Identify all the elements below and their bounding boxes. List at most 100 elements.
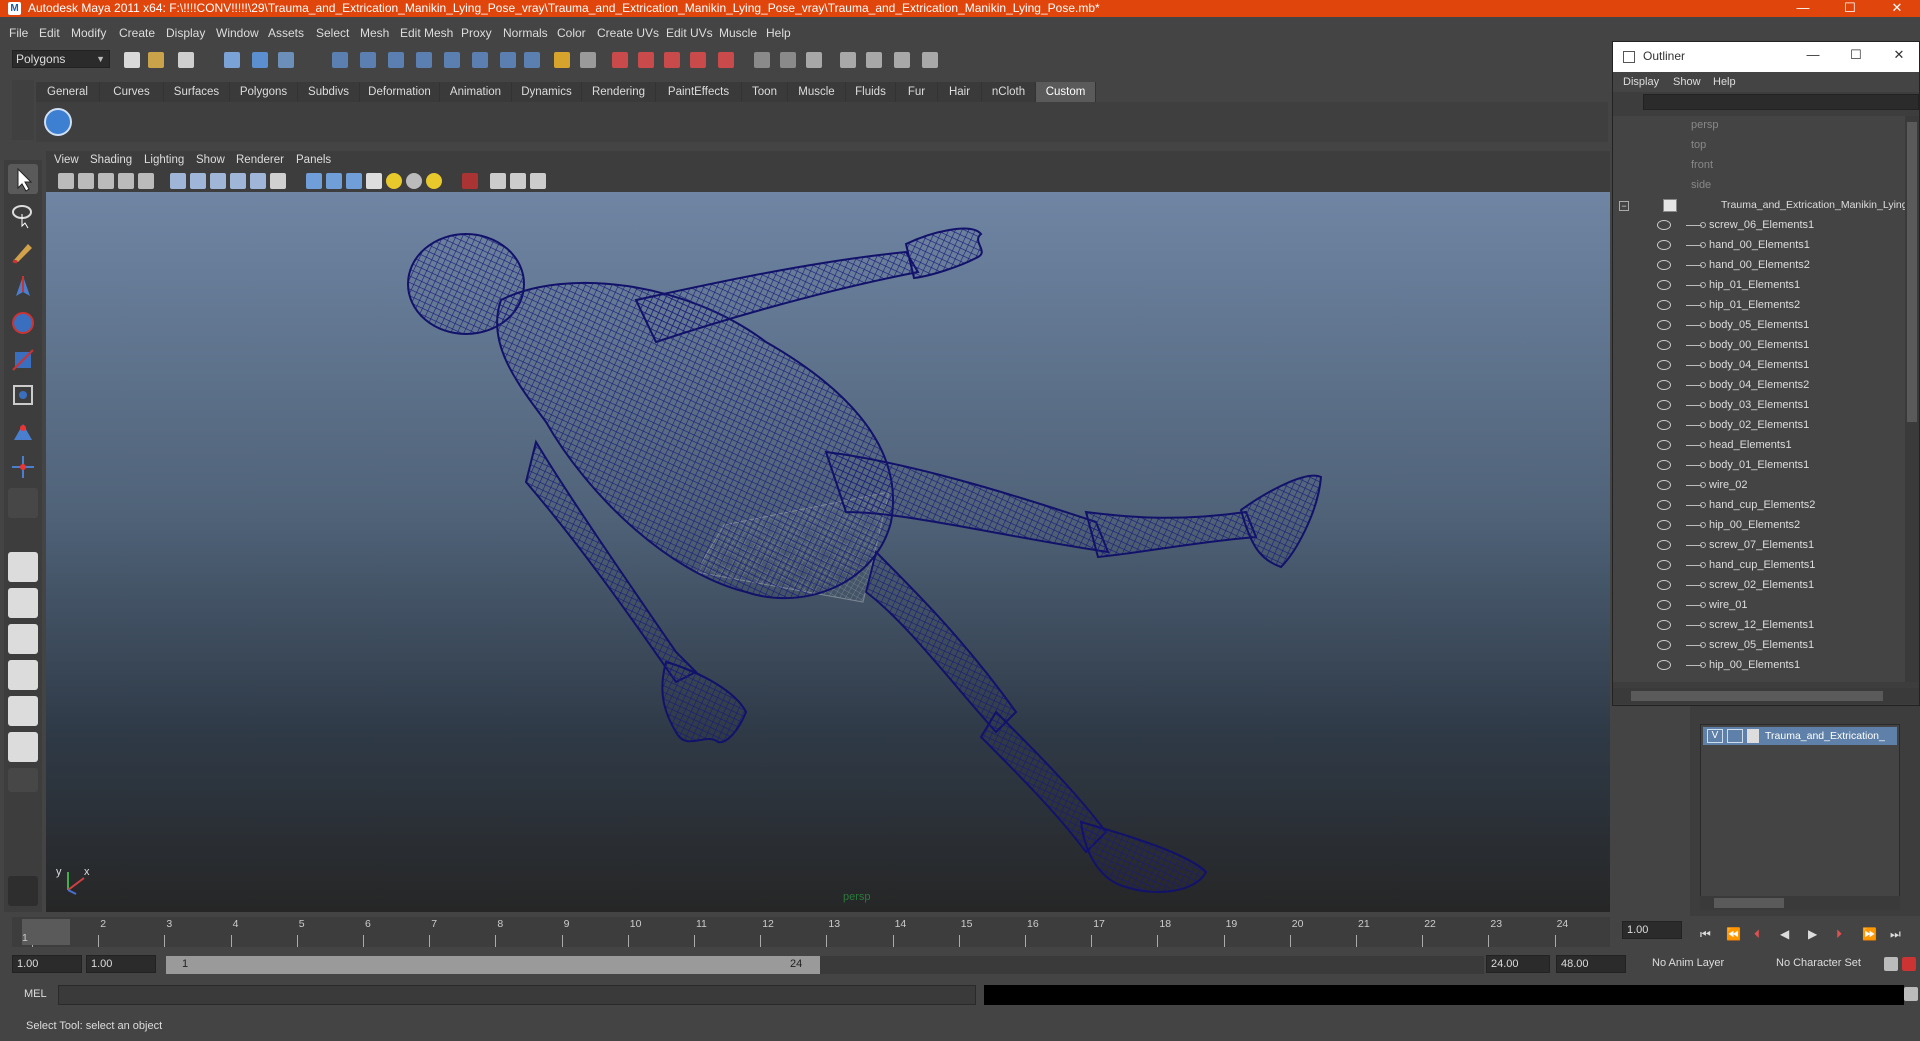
step-back-frame-icon[interactable]: ⏴ <box>1754 927 1760 942</box>
shelf-tab-custom[interactable]: Custom <box>1036 82 1096 102</box>
vp-menu-show[interactable]: Show <box>196 154 225 166</box>
script-editor-icon[interactable] <box>8 876 38 906</box>
joint-mask-icon[interactable] <box>360 52 376 68</box>
deform-mask-icon[interactable] <box>444 52 460 68</box>
rotate-tool-icon[interactable] <box>8 308 38 338</box>
outliner-item[interactable]: screw_12_Elements1 <box>1613 616 1905 636</box>
playback-start-field[interactable]: 1.00 <box>86 955 156 973</box>
show-manipulator-icon[interactable] <box>8 452 38 482</box>
auto-key-icon[interactable] <box>1884 957 1898 971</box>
menu-edit-uvs[interactable]: Edit UVs <box>666 26 713 40</box>
mode-selector[interactable]: Polygons ▼ <box>12 50 110 68</box>
outliner-item[interactable]: body_02_Elements1 <box>1613 416 1905 436</box>
shelf-tab-deformation[interactable]: Deformation <box>360 82 440 102</box>
misc-mask-icon[interactable] <box>524 52 540 68</box>
camera-attributes-icon[interactable] <box>78 173 94 189</box>
vp-menu-renderer[interactable]: Renderer <box>236 154 284 166</box>
outliner-item[interactable]: screw_07_Elements1 <box>1613 536 1905 556</box>
outliner-item[interactable]: body_04_Elements1 <box>1613 356 1905 376</box>
highlight-selection-icon[interactable] <box>580 52 596 68</box>
menu-modify[interactable]: Modify <box>71 26 106 40</box>
menu-help[interactable]: Help <box>766 26 791 40</box>
current-time-field[interactable]: 1.00 <box>1622 921 1682 939</box>
shelf-tab-fluids[interactable]: Fluids <box>846 82 896 102</box>
make-live-icon[interactable] <box>718 52 734 68</box>
save-scene-icon[interactable] <box>178 52 194 68</box>
outliner-item[interactable]: body_05_Elements1 <box>1613 316 1905 336</box>
smooth-shading-icon[interactable] <box>326 173 342 189</box>
outliner-item[interactable]: body_00_Elements1 <box>1613 336 1905 356</box>
persp-hypergraph-layout-icon[interactable] <box>8 696 38 726</box>
film-gate-icon[interactable] <box>170 173 186 189</box>
command-language-label[interactable]: MEL <box>24 988 47 1000</box>
open-scene-icon[interactable] <box>148 52 164 68</box>
resolution-gate-icon[interactable] <box>190 173 206 189</box>
lock-selection-icon[interactable] <box>554 52 570 68</box>
surface-mask-icon[interactable] <box>416 52 432 68</box>
outliner-item[interactable]: hand_cup_Elements1 <box>1613 556 1905 576</box>
shelf-tab-animation[interactable]: Animation <box>440 82 512 102</box>
render-frame-icon[interactable] <box>866 52 882 68</box>
shelf-tab-rendering[interactable]: Rendering <box>582 82 656 102</box>
soft-mod-tool-icon[interactable] <box>8 416 38 446</box>
move-tool-icon[interactable] <box>8 272 38 302</box>
play-backwards-icon[interactable]: ◀ <box>1780 927 1789 941</box>
menu-window[interactable]: Window <box>216 26 259 40</box>
output-ops-icon[interactable] <box>806 52 822 68</box>
shelf-tab-general[interactable]: General <box>36 82 100 102</box>
outliner-item[interactable]: hip_01_Elements1 <box>1613 276 1905 296</box>
input-ops-icon[interactable] <box>780 52 796 68</box>
history-icon[interactable] <box>754 52 770 68</box>
character-set-dropdown[interactable]: No Character Set <box>1772 955 1880 973</box>
time-slider[interactable]: 123456789101112131415161718192021222324 <box>12 917 1610 947</box>
maximize-button[interactable]: ☐ <box>1827 0 1873 17</box>
outliner-item[interactable]: wire_01 <box>1613 596 1905 616</box>
menu-edit[interactable]: Edit <box>39 26 60 40</box>
play-forwards-icon[interactable]: ▶ <box>1808 927 1817 941</box>
layer-display-type-toggle[interactable] <box>1727 729 1743 743</box>
menu-muscle[interactable]: Muscle <box>719 26 757 40</box>
select-component-icon[interactable] <box>278 52 294 68</box>
xray-joints-icon[interactable] <box>510 173 526 189</box>
vp-menu-shading[interactable]: Shading <box>90 154 132 166</box>
backface-culling-icon[interactable] <box>530 173 546 189</box>
universal-manipulator-icon[interactable] <box>8 380 38 410</box>
step-back-key-icon[interactable]: ⏪ <box>1726 927 1741 941</box>
step-forward-key-icon[interactable]: ⏩ <box>1862 927 1877 941</box>
wireframe-shading-icon[interactable] <box>306 173 322 189</box>
layer-color-swatch-icon[interactable] <box>1747 729 1759 743</box>
outliner-item[interactable]: hip_00_Elements1 <box>1613 656 1905 676</box>
snap-point-icon[interactable] <box>664 52 680 68</box>
outliner-group-row[interactable]: − Trauma_and_Extrication_Manikin_Lying_P… <box>1613 196 1905 216</box>
four-pane-layout-icon[interactable] <box>8 588 38 618</box>
shelf-tab-subdivs[interactable]: Subdivs <box>298 82 360 102</box>
ipr-render-icon[interactable] <box>894 52 910 68</box>
dynamics-mask-icon[interactable] <box>472 52 488 68</box>
shelf-tab-muscle[interactable]: Muscle <box>788 82 846 102</box>
shelf-tab-toon[interactable]: Toon <box>742 82 788 102</box>
persp-outliner-layout-icon[interactable] <box>8 624 38 654</box>
shelf-tab-polygons[interactable]: Polygons <box>230 82 298 102</box>
paint-select-tool-icon[interactable] <box>8 236 38 266</box>
lasso-tool-icon[interactable] <box>8 200 38 230</box>
menu-display[interactable]: Display <box>166 26 205 40</box>
animation-start-field[interactable]: 1.00 <box>12 955 82 973</box>
outliner-menu-help[interactable]: Help <box>1713 76 1736 88</box>
shelf-tab-painteffects[interactable]: PaintEffects <box>656 82 742 102</box>
close-button[interactable]: ✕ <box>1874 0 1920 17</box>
outliner-vertical-scrollbar[interactable] <box>1905 116 1919 682</box>
shelf-menu-handle[interactable] <box>12 80 34 140</box>
select-object-icon[interactable] <box>252 52 268 68</box>
range-slider-track[interactable] <box>820 956 1484 974</box>
render-mask-icon[interactable] <box>500 52 516 68</box>
layer-visibility-toggle[interactable]: V <box>1707 729 1723 743</box>
safe-action-icon[interactable] <box>250 173 266 189</box>
shelf-tab-curves[interactable]: Curves <box>100 82 164 102</box>
outliner-minimize-button[interactable]: — <box>1803 47 1823 62</box>
outliner-item[interactable]: body_04_Elements2 <box>1613 376 1905 396</box>
scale-tool-icon[interactable] <box>8 344 38 374</box>
menu-edit-mesh[interactable]: Edit Mesh <box>400 26 453 40</box>
new-scene-icon[interactable] <box>124 52 140 68</box>
outliner-item[interactable]: screw_05_Elements1 <box>1613 636 1905 656</box>
render-view-icon[interactable] <box>840 52 856 68</box>
